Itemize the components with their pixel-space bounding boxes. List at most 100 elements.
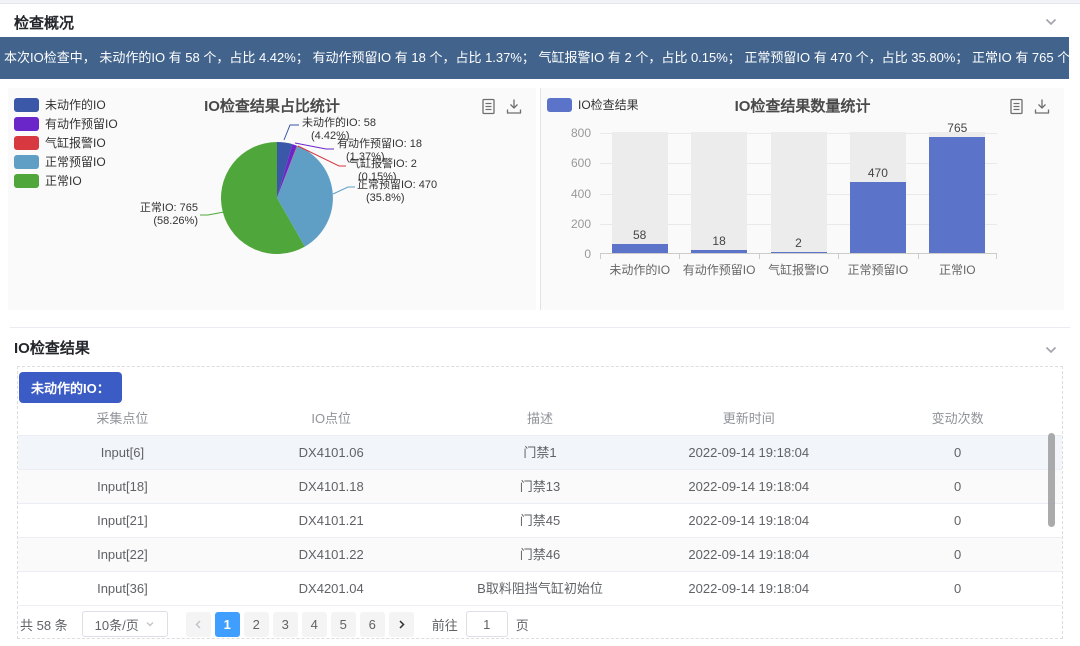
bar-3[interactable] xyxy=(850,182,906,253)
x-axis-category-label: 正常IO xyxy=(918,261,997,278)
results-container: 未动作的IO： 采集点位IO点位描述更新时间变动次数Input[6]DX4101… xyxy=(17,366,1063,639)
table-cell: DX4101.06 xyxy=(227,436,436,469)
bar-background-column xyxy=(771,132,827,253)
x-axis-tick xyxy=(600,254,601,259)
page-button-4[interactable]: 4 xyxy=(302,612,327,637)
bar-legend: IO检查结果 xyxy=(547,95,639,114)
table-cell: Input[22] xyxy=(18,538,227,571)
table-cell: 0 xyxy=(853,470,1062,503)
bar-value-label: 18 xyxy=(684,234,754,248)
table-scrollbar[interactable] xyxy=(1048,433,1055,527)
bar-1[interactable] xyxy=(691,250,747,253)
pie-leader-line-0 xyxy=(284,125,299,140)
page-number-buttons: 123456 xyxy=(213,612,387,637)
table-cell: 门禁1 xyxy=(436,436,645,469)
table-cell: 门禁45 xyxy=(436,504,645,537)
page-jump-input[interactable] xyxy=(466,611,508,637)
top-divider xyxy=(0,0,1080,4)
pie-label-name-value: 气缸报警IO: 2 xyxy=(349,158,417,171)
document-icon[interactable] xyxy=(1009,98,1024,115)
table-header-row: 采集点位IO点位描述更新时间变动次数 xyxy=(18,403,1062,436)
pagination-total: 共 58 条 xyxy=(20,615,68,634)
bar-4[interactable] xyxy=(929,137,985,253)
chevron-right-icon xyxy=(396,619,407,630)
bar-legend-item-0[interactable]: IO检查结果 xyxy=(547,95,639,114)
pie-label-4: 正常IO: 765(58.26%) xyxy=(140,202,198,228)
io-results-table: 采集点位IO点位描述更新时间变动次数Input[6]DX4101.06门禁120… xyxy=(18,403,1062,606)
table-cell: 2022-09-14 19:18:04 xyxy=(644,504,853,537)
bar-2[interactable] xyxy=(771,252,827,253)
table-cell: Input[18] xyxy=(18,470,227,503)
table-row[interactable]: Input[36]DX4201.04B取料阻挡气缸初始位2022-09-14 1… xyxy=(18,572,1062,606)
bar-chart-panel: IO检查结果数量统计 IO检查结果 0200400600800581824707… xyxy=(540,88,1064,310)
table-cell: 门禁13 xyxy=(436,470,645,503)
table-cell: 0 xyxy=(853,538,1062,571)
jump-prefix-label: 前往 xyxy=(432,615,458,634)
table-cell: Input[6] xyxy=(18,436,227,469)
pie-chart-panel: IO检查结果占比统计 未动作的IO有动作预留IO气缸报警IO正常预留IO正常IO… xyxy=(8,88,536,310)
pie-chart xyxy=(8,88,536,310)
collapse-chevron-down-icon[interactable] xyxy=(1044,15,1058,29)
y-axis-tick-label: 800 xyxy=(549,126,591,140)
table-cell: DX4201.04 xyxy=(227,572,436,605)
pie-leader-line-3 xyxy=(333,187,355,194)
x-axis-tick xyxy=(838,254,839,259)
table-row[interactable]: Input[22]DX4101.22门禁462022-09-14 19:18:0… xyxy=(18,538,1062,572)
x-axis-tick xyxy=(759,254,760,259)
page-button-3[interactable]: 3 xyxy=(273,612,298,637)
summary-banner: 本次IO检查中， 未动作的IO 有 58 个，占比 4.42%； 有动作预留IO… xyxy=(0,37,1069,79)
chevron-down-icon xyxy=(145,619,155,629)
table-cell: 2022-09-14 19:18:04 xyxy=(644,470,853,503)
table-header-cell: 描述 xyxy=(436,403,645,435)
table-row[interactable]: Input[6]DX4101.06门禁12022-09-14 19:18:040 xyxy=(18,436,1062,470)
table-cell: 门禁46 xyxy=(436,538,645,571)
x-axis-tick xyxy=(996,254,997,259)
y-axis-tick-label: 400 xyxy=(549,187,591,201)
table-cell: 2022-09-14 19:18:04 xyxy=(644,572,853,605)
page-button-6[interactable]: 6 xyxy=(360,612,385,637)
x-axis-category-label: 正常预留IO xyxy=(838,261,917,278)
pagination-bar: 共 58 条 10条/页 123456 前往 页 xyxy=(18,610,1062,638)
table-header-cell: 采集点位 xyxy=(18,403,227,435)
table-cell: 0 xyxy=(853,436,1062,469)
table-header-cell: IO点位 xyxy=(227,403,436,435)
table-cell: B取料阻挡气缸初始位 xyxy=(436,572,645,605)
table-cell: DX4101.22 xyxy=(227,538,436,571)
bar-0[interactable] xyxy=(612,244,668,253)
pie-label-3: 正常预留IO: 470(35.8%) xyxy=(357,179,437,205)
legend-swatch xyxy=(547,98,572,112)
table-row[interactable]: Input[21]DX4101.21门禁452022-09-14 19:18:0… xyxy=(18,504,1062,538)
page-size-value: 10条/页 xyxy=(95,615,139,634)
page-button-1[interactable]: 1 xyxy=(215,612,240,637)
next-page-button[interactable] xyxy=(389,612,414,637)
y-axis-tick-label: 200 xyxy=(549,217,591,231)
table-cell: Input[21] xyxy=(18,504,227,537)
x-axis-category-label: 未动作的IO xyxy=(600,261,679,278)
bar-value-label: 58 xyxy=(605,228,675,242)
pie-label-percent: (35.8%) xyxy=(357,192,437,205)
table-row[interactable]: Input[18]DX4101.18门禁132022-09-14 19:18:0… xyxy=(18,470,1062,504)
result-type-badge[interactable]: 未动作的IO： xyxy=(19,372,122,403)
chevron-left-icon xyxy=(193,619,204,630)
pie-label-percent: (58.26%) xyxy=(140,215,198,228)
prev-page-button[interactable] xyxy=(186,612,211,637)
charts-row: IO检查结果占比统计 未动作的IO有动作预留IO气缸报警IO正常预留IO正常IO… xyxy=(0,88,1080,310)
collapse-chevron-down-icon[interactable] xyxy=(1044,343,1058,357)
section-results-title: IO检查结果 xyxy=(14,337,90,358)
page-size-select[interactable]: 10条/页 xyxy=(82,611,168,637)
table-header-cell: 更新时间 xyxy=(644,403,853,435)
page-button-2[interactable]: 2 xyxy=(244,612,269,637)
pie-label-name-value: 正常IO: 765 xyxy=(140,202,198,215)
x-axis-tick xyxy=(679,254,680,259)
x-axis-tick xyxy=(918,254,919,259)
table-cell: Input[36] xyxy=(18,572,227,605)
bar-value-label: 470 xyxy=(843,166,913,180)
bar-value-label: 2 xyxy=(764,236,834,250)
table-cell: DX4101.18 xyxy=(227,470,436,503)
table-cell: 0 xyxy=(853,504,1062,537)
table-header-cell: 变动次数 xyxy=(853,403,1062,435)
io-inspection-page: 检查概况 本次IO检查中， 未动作的IO 有 58 个，占比 4.42%； 有动… xyxy=(0,0,1080,646)
download-icon[interactable] xyxy=(1034,98,1050,115)
pie-leader-line-4 xyxy=(200,212,224,215)
page-button-5[interactable]: 5 xyxy=(331,612,356,637)
